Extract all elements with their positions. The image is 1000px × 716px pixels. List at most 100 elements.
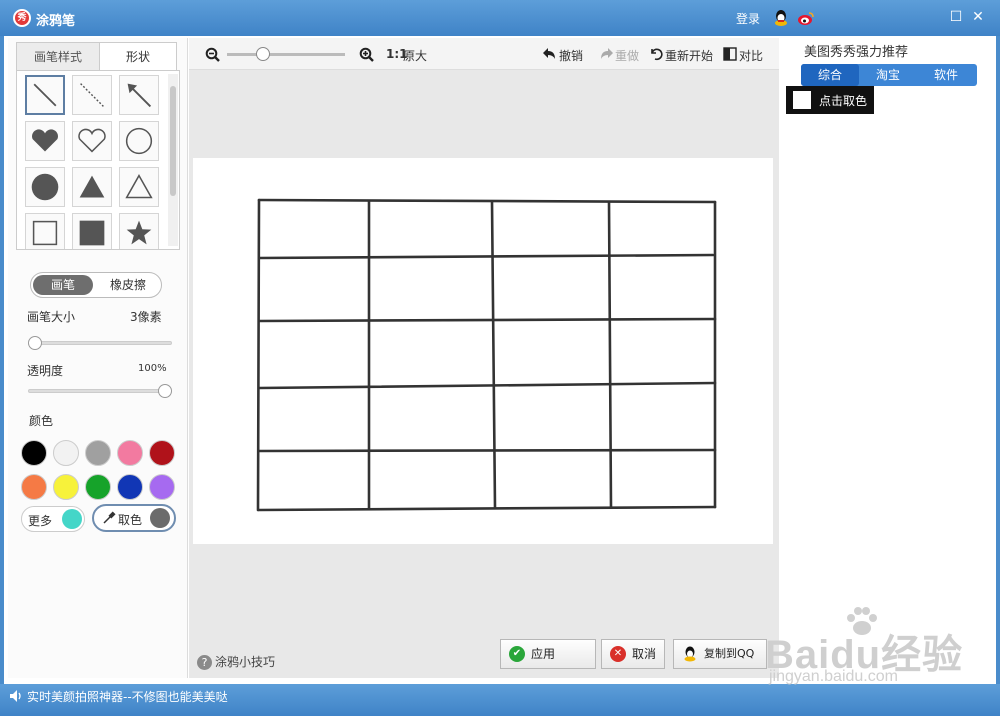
drawing-canvas[interactable]	[193, 158, 773, 544]
tips-label: 涂鸦小技巧	[215, 655, 276, 669]
dashed-line-icon	[80, 83, 104, 107]
color-swatch[interactable]	[53, 440, 79, 466]
weibo-icon[interactable]	[797, 10, 815, 26]
scrollbar-thumb[interactable]	[170, 86, 176, 196]
more-colors-button[interactable]: 更多	[21, 506, 85, 532]
brush-size-knob[interactable]	[28, 336, 42, 350]
color-swatch[interactable]	[117, 474, 143, 500]
shape-triangle-outline[interactable]	[119, 167, 159, 207]
brush-size-slider[interactable]	[28, 341, 172, 345]
tips-link[interactable]: ? 涂鸦小技巧	[197, 653, 275, 670]
circle-filled-icon	[31, 173, 59, 201]
zoom-out-icon[interactable]	[205, 47, 221, 63]
triangle-outline-icon	[125, 174, 153, 199]
opacity-knob[interactable]	[158, 384, 172, 398]
right-panel: 美图秀秀强力推荐 综合 淘宝 软件 点击取色	[780, 38, 992, 678]
circle-outline-icon	[125, 127, 153, 155]
color-swatch[interactable]	[85, 474, 111, 500]
shape-scrollbar[interactable]	[168, 74, 178, 246]
recommend-title: 美图秀秀强力推荐	[804, 45, 909, 60]
copy-to-qq-label: 复制到QQ	[704, 647, 755, 660]
shape-dashed-line[interactable]	[72, 75, 112, 115]
shape-circle-filled[interactable]	[25, 167, 65, 207]
recommend-tabs: 综合 淘宝 软件	[801, 64, 977, 86]
square-filled-icon	[79, 220, 105, 246]
compare-icon[interactable]	[723, 47, 737, 61]
star-icon	[126, 220, 152, 245]
copy-to-qq-button[interactable]: 复制到QQ	[673, 639, 767, 669]
apply-button[interactable]: ✔ 应用	[500, 639, 596, 669]
canvas-area: 1:1 原大 撤销 重做 重新开始 对比 ? 涂鸦小技巧 ✔ 应用 ✕ 取消 复…	[189, 38, 779, 678]
shape-triangle-filled[interactable]	[72, 167, 112, 207]
tooltip-color-swatch	[793, 91, 811, 109]
heart-outline-icon	[78, 128, 106, 153]
zoom-slider-knob[interactable]	[256, 47, 271, 61]
qq-icon[interactable]	[773, 9, 789, 27]
color-picker-label: 取色	[118, 513, 143, 527]
zoom-in-icon[interactable]	[359, 47, 375, 63]
color-swatch[interactable]	[149, 440, 175, 466]
brush-size-value: 3像素	[130, 310, 162, 324]
color-picker-button[interactable]: 取色	[92, 504, 176, 532]
shape-grid	[16, 70, 180, 250]
baidu-watermark: Baidu经验 jingyan.baidu.com	[765, 606, 985, 706]
mode-brush-button[interactable]: 画笔	[33, 275, 93, 295]
tab-software[interactable]: 软件	[917, 64, 975, 86]
tab-taobao[interactable]: 淘宝	[859, 64, 917, 86]
opacity-value: 100%	[138, 363, 167, 374]
help-icon: ?	[197, 655, 212, 670]
color-swatch[interactable]	[85, 440, 111, 466]
shape-square-filled[interactable]	[72, 213, 112, 249]
restart-button[interactable]: 重新开始	[665, 47, 713, 64]
zoom-slider[interactable]	[227, 53, 345, 56]
color-swatch[interactable]	[21, 474, 47, 500]
shape-square-outline[interactable]	[25, 213, 65, 249]
color-swatch[interactable]	[149, 474, 175, 500]
eyedropper-icon	[103, 511, 116, 524]
redo-button[interactable]: 重做	[615, 47, 639, 64]
canvas-toolbar: 1:1 原大 撤销 重做 重新开始 对比	[189, 38, 779, 70]
watermark-url: jingyan.baidu.com	[769, 668, 898, 685]
tab-shapes[interactable]: 形状	[99, 42, 177, 70]
redo-icon[interactable]	[599, 47, 613, 61]
undo-button[interactable]: 撤销	[559, 47, 583, 64]
mode-eraser-button[interactable]: 橡皮擦	[97, 275, 159, 295]
login-link[interactable]: 登录	[736, 10, 760, 27]
opacity-label: 透明度	[27, 364, 64, 378]
shape-circle-outline[interactable]	[119, 121, 159, 161]
color-label: 颜色	[29, 414, 54, 428]
shape-star[interactable]	[119, 213, 159, 249]
restart-icon[interactable]	[649, 47, 663, 61]
color-swatch[interactable]	[117, 440, 143, 466]
title-bar: 秀 涂鸦笔 登录 ☐ ✕	[0, 0, 1000, 36]
original-size-button[interactable]: 原大	[403, 47, 427, 64]
color-swatch[interactable]	[53, 474, 79, 500]
cancel-button[interactable]: ✕ 取消	[601, 639, 665, 669]
status-promo-link[interactable]: 实时美颜拍照神器--不修图也能美美哒	[27, 688, 228, 705]
check-icon: ✔	[509, 646, 525, 662]
shape-arrow[interactable]	[119, 75, 159, 115]
undo-icon[interactable]	[543, 47, 557, 61]
compare-button[interactable]: 对比	[739, 47, 763, 64]
left-panel: 画笔样式 形状 画笔 橡皮擦 画笔大小 3像素 透明度 100% 颜色 更多 取…	[8, 38, 188, 678]
brush-eraser-toggle: 画笔 橡皮擦	[30, 272, 162, 298]
hand-drawn-table	[256, 198, 717, 512]
close-button[interactable]: ✕	[970, 9, 986, 25]
window-title: 涂鸦笔	[36, 14, 76, 29]
maximize-button[interactable]: ☐	[948, 9, 964, 25]
heart-filled-icon	[32, 129, 58, 152]
tooltip-text: 点击取色	[819, 94, 868, 108]
opacity-slider[interactable]	[28, 389, 172, 393]
speaker-icon	[10, 690, 21, 702]
qq-penguin-icon	[684, 646, 696, 662]
color-swatch[interactable]	[21, 440, 47, 466]
triangle-filled-icon	[79, 175, 105, 198]
more-color-swatch	[62, 509, 82, 529]
shape-heart-outline[interactable]	[72, 121, 112, 161]
tab-general[interactable]: 综合	[801, 64, 859, 86]
tab-brush-style[interactable]: 画笔样式	[16, 42, 100, 70]
picked-color-swatch	[150, 508, 170, 528]
shape-line[interactable]	[25, 75, 65, 115]
shape-heart-filled[interactable]	[25, 121, 65, 161]
more-colors-label: 更多	[28, 514, 53, 528]
